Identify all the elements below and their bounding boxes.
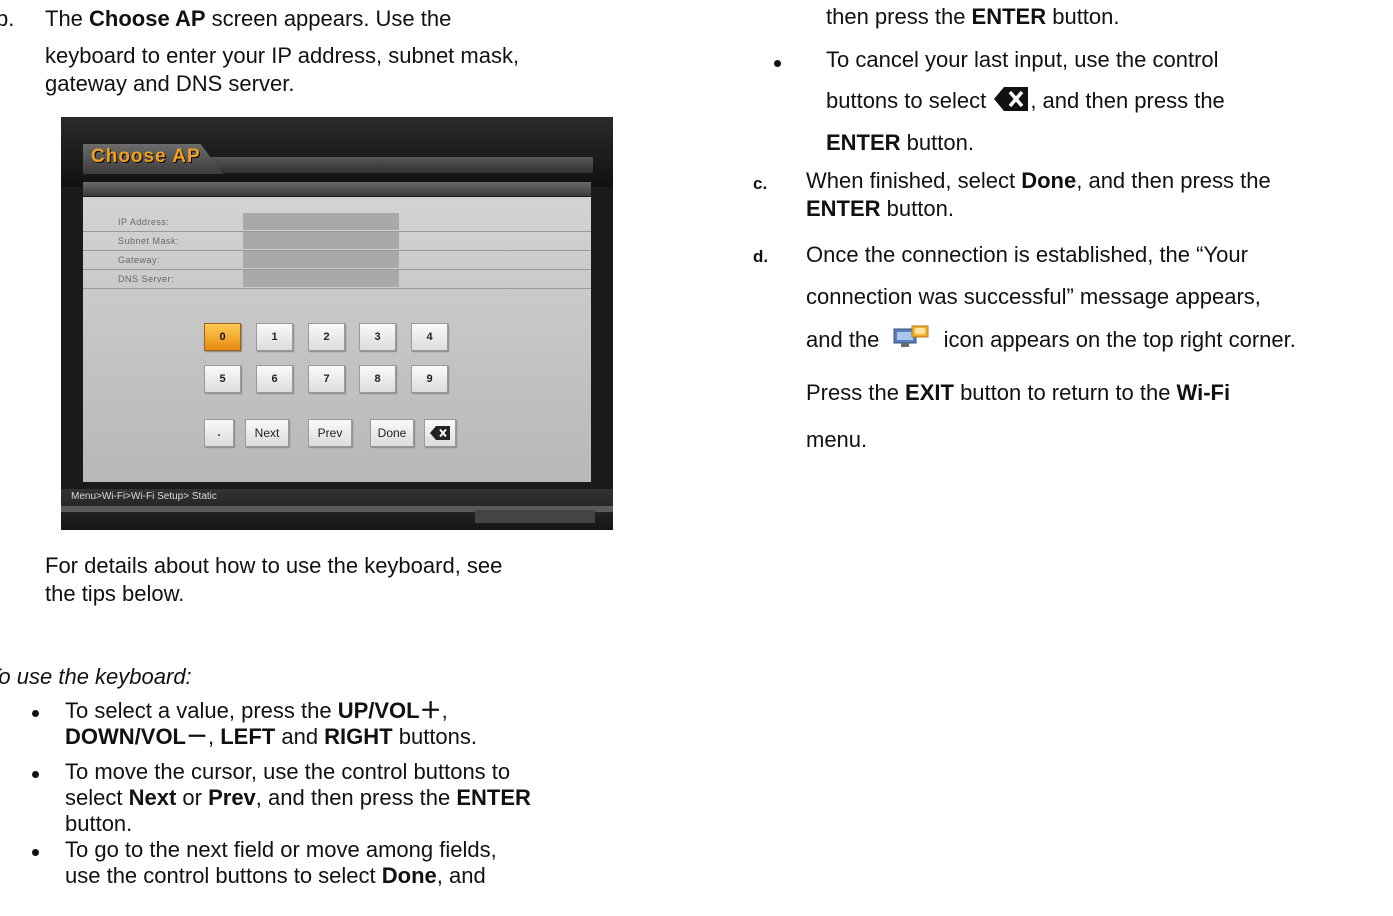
key-6[interactable]: 6 <box>256 365 293 393</box>
details-line-2: the tips below. <box>45 581 185 606</box>
tips-heading: To use the keyboard: <box>0 664 192 689</box>
step-d-line-5: menu. <box>806 427 868 452</box>
screen-title: Choose AP <box>91 146 201 167</box>
tip-1-bullet <box>32 710 39 717</box>
cont-line: then press the ENTER button. <box>826 4 1120 29</box>
tip-1-line-2: DOWN/VOL－, LEFT and RIGHT buttons. <box>65 724 478 749</box>
gateway-input[interactable] <box>243 251 399 268</box>
step-d-line-2: connection was successful” message appea… <box>806 284 1261 309</box>
details-line-1: For details about how to use the keyboar… <box>45 553 503 578</box>
key-dot[interactable]: . <box>204 419 234 447</box>
tip-2-bullet <box>32 771 39 778</box>
footer-right-block <box>475 510 595 523</box>
key-4[interactable]: 4 <box>411 323 448 351</box>
key-0[interactable]: 0 <box>204 323 241 351</box>
tip-1-line-1: To select a value, press the UP/VOL＋, <box>65 698 448 723</box>
step-b-line-2: keyboard to enter your IP address, subne… <box>45 43 520 68</box>
tip-2-line-2: select Next or Prev, and then press the … <box>65 785 531 810</box>
dns-server-input[interactable] <box>243 270 399 287</box>
tip-3-line-1: To go to the next field or move among fi… <box>65 837 497 862</box>
subnet-mask-input[interactable] <box>243 232 399 249</box>
step-d-line-4: Press the EXIT button to return to the W… <box>806 380 1231 405</box>
key-1[interactable]: 1 <box>256 323 293 351</box>
key-2[interactable]: 2 <box>308 323 345 351</box>
step-b-line-3: gateway and DNS server. <box>45 71 295 96</box>
step-c-line-2: ENTER button. <box>806 196 954 221</box>
tip-3-line-2: use the control buttons to select Done, … <box>65 863 486 888</box>
choose-ap-screenshot: Choose AP IP Address: Subnet Mask: Gatew… <box>61 117 613 530</box>
wifi-connected-icon <box>893 325 929 347</box>
key-next[interactable]: Next <box>245 419 289 447</box>
tip-3-bullet <box>32 849 39 856</box>
cancel-bullet <box>774 60 781 67</box>
tip-2-line-3: button. <box>65 811 133 836</box>
key-7[interactable]: 7 <box>308 365 345 393</box>
field-row-subnet: Subnet Mask: <box>83 232 591 251</box>
cancel-line-3: ENTER button. <box>826 130 974 155</box>
key-prev[interactable]: Prev <box>308 419 352 447</box>
field-row-gateway: Gateway: <box>83 251 591 270</box>
panel-top-bar <box>83 182 591 196</box>
step-d-line-3: and the icon appears on the top right co… <box>806 325 1296 352</box>
key-backspace[interactable] <box>424 419 456 447</box>
key-9[interactable]: 9 <box>411 365 448 393</box>
step-d-line-1: Once the connection is established, the … <box>806 242 1248 267</box>
cancel-line-2: buttons to select , and then press the <box>826 87 1225 113</box>
step-b-marker: b. <box>0 6 15 31</box>
tip-2-line-1: To move the cursor, use the control butt… <box>65 759 511 784</box>
dns-server-label: DNS Server: <box>118 274 175 284</box>
step-d-marker: d. <box>753 247 769 266</box>
screen-tab-bar <box>211 157 593 173</box>
key-8[interactable]: 8 <box>359 365 396 393</box>
cancel-line-1: To cancel your last input, use the contr… <box>826 47 1219 72</box>
backspace-icon <box>994 87 1029 111</box>
ip-address-input[interactable] <box>243 213 399 230</box>
field-row-dns: DNS Server: <box>83 270 591 289</box>
key-5[interactable]: 5 <box>204 365 241 393</box>
gateway-label: Gateway: <box>118 255 161 265</box>
backspace-icon <box>430 426 450 440</box>
step-c-marker: c. <box>753 174 768 193</box>
key-done[interactable]: Done <box>370 419 414 447</box>
key-3[interactable]: 3 <box>359 323 396 351</box>
field-row-ip: IP Address: <box>83 213 591 232</box>
screen-breadcrumb: Menu>Wi-Fi>Wi-Fi Setup> Static <box>71 491 217 502</box>
subnet-mask-label: Subnet Mask: <box>118 236 180 246</box>
ip-address-label: IP Address: <box>118 217 170 227</box>
step-b-line-1: The Choose AP screen appears. Use the <box>45 6 452 31</box>
step-c-line-1: When finished, select Done, and then pre… <box>806 168 1271 193</box>
